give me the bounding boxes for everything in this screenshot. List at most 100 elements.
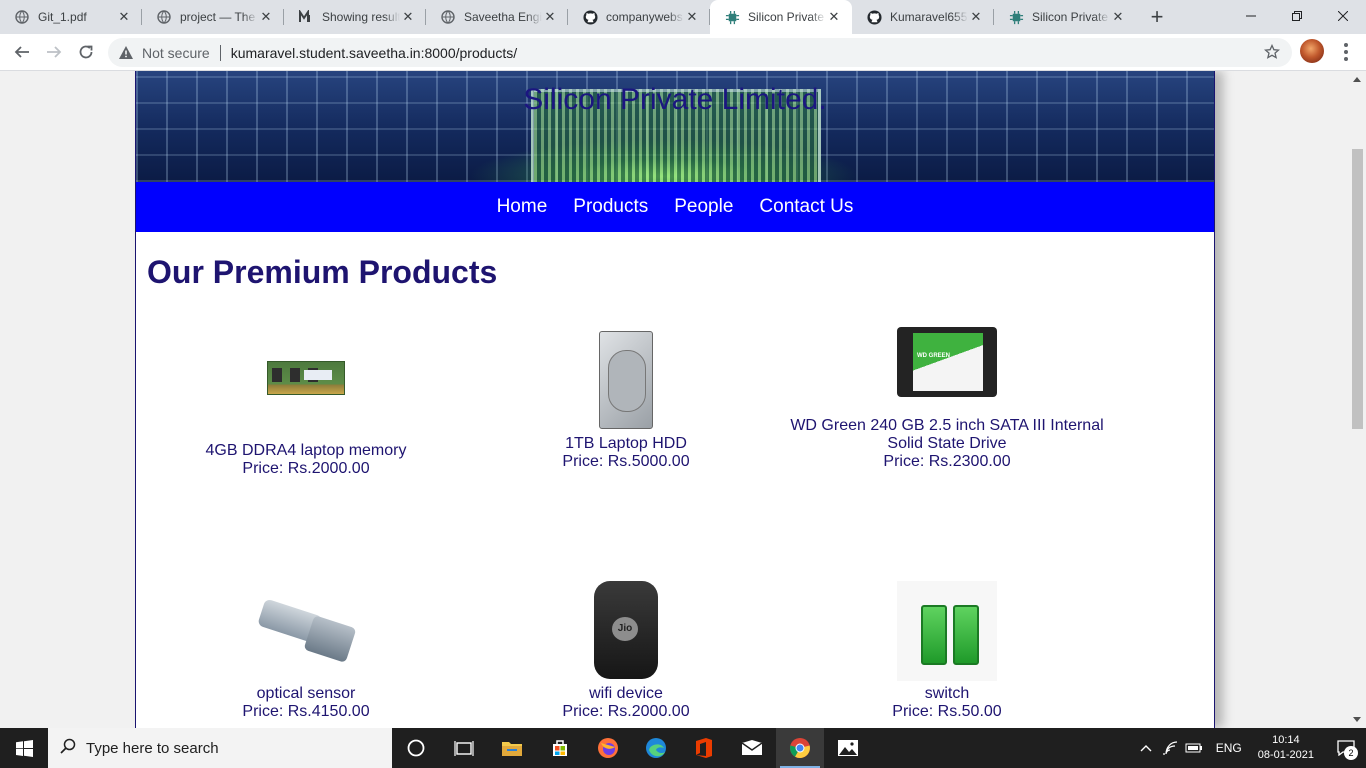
system-tray: ENG 10:14 08-01-2021 2 — [1134, 728, 1366, 768]
edge-icon[interactable] — [632, 728, 680, 768]
browser-tab[interactable]: Saveetha Engi ✕ — [426, 0, 568, 34]
scroll-up-icon[interactable] — [1353, 77, 1361, 82]
close-window-icon[interactable] — [1320, 0, 1366, 32]
globe-icon — [440, 9, 456, 25]
tab-title: Silicon Private — [1032, 10, 1109, 24]
github-icon — [866, 9, 882, 25]
laptop-hdd-image[interactable] — [599, 331, 653, 429]
close-tab-icon[interactable]: ✕ — [116, 9, 132, 25]
chip-icon — [724, 9, 740, 25]
url-text[interactable]: kumaravel.student.saveetha.in:8000/produ… — [231, 45, 517, 61]
security-label[interactable]: Not secure — [142, 45, 210, 61]
product-price: Price: Rs.2000.00 — [242, 460, 370, 477]
cortana-icon[interactable] — [392, 728, 440, 768]
minimize-icon[interactable] — [1228, 0, 1274, 32]
profile-avatar[interactable] — [1300, 39, 1324, 63]
site-container: Silicon Private Limited. Home Products P… — [135, 71, 1215, 728]
back-arrow-icon[interactable] — [6, 36, 38, 68]
product-card[interactable]: optical sensor Price: Rs.4150.00 — [136, 595, 476, 721]
chevron-up-icon[interactable] — [1134, 728, 1158, 768]
menu-kebab-icon[interactable] — [1336, 42, 1356, 62]
close-tab-icon[interactable]: ✕ — [542, 9, 558, 25]
product-card[interactable]: wifi device Price: Rs.2000.00 — [456, 581, 796, 721]
browser-tab[interactable]: companywebs ✕ — [568, 0, 710, 34]
battery-icon[interactable] — [1182, 728, 1206, 768]
browser-toolbar: Not secure kumaravel.student.saveetha.in… — [0, 34, 1366, 71]
office-icon[interactable] — [680, 728, 728, 768]
notification-count-badge: 2 — [1344, 746, 1358, 760]
chrome-icon[interactable] — [776, 728, 824, 768]
browser-tab[interactable]: Silicon Private ✕ — [994, 0, 1136, 34]
ram-module-image[interactable] — [267, 361, 345, 395]
task-view-icon[interactable] — [440, 728, 488, 768]
switch-image[interactable] — [897, 581, 997, 681]
ssd-brand-text: WD GREEN — [917, 353, 950, 359]
ssd-image[interactable]: WD GREEN — [897, 327, 997, 397]
optical-sensor-image[interactable] — [256, 595, 356, 665]
window-controls — [1228, 0, 1366, 32]
taskbar-search-box[interactable]: Type here to search — [48, 728, 392, 768]
browser-tab[interactable]: Git_1.pdf ✕ — [0, 0, 142, 34]
new-tab-button[interactable]: + — [1140, 0, 1174, 34]
tab-title: companywebs — [606, 10, 683, 24]
tab-title: Showing results — [322, 10, 400, 24]
product-name: 1TB Laptop HDD — [565, 435, 687, 452]
product-card[interactable]: 1TB Laptop HDD Price: Rs.5000.00 — [456, 331, 796, 471]
product-price: Price: Rs.4150.00 — [242, 703, 370, 720]
warning-icon[interactable] — [118, 45, 134, 61]
address-bar[interactable]: Not secure kumaravel.student.saveetha.in… — [108, 38, 1292, 67]
language-indicator[interactable]: ENG — [1216, 741, 1242, 755]
clock[interactable]: 10:14 08-01-2021 — [1258, 733, 1314, 763]
nav-contact-us[interactable]: Contact Us — [759, 196, 853, 218]
nav-home[interactable]: Home — [497, 196, 548, 218]
mu-logo-icon — [298, 9, 314, 25]
github-icon — [582, 9, 598, 25]
mail-icon[interactable] — [728, 728, 776, 768]
browser-tab[interactable]: Kumaravel655 ✕ — [852, 0, 994, 34]
product-name: 4GB DDRA4 laptop memory — [205, 442, 407, 459]
browser-tab[interactable]: Showing results ✕ — [284, 0, 426, 34]
forward-arrow-icon[interactable] — [38, 36, 70, 68]
windows-taskbar: Type here to search ENG 10:14 08-01-2021… — [0, 728, 1366, 768]
site-title: Silicon Private Limited. — [523, 83, 827, 116]
close-tab-icon[interactable]: ✕ — [258, 9, 274, 25]
search-placeholder: Type here to search — [86, 739, 219, 757]
close-tab-icon[interactable]: ✕ — [1110, 9, 1126, 25]
chip-icon — [1008, 9, 1024, 25]
nav-people[interactable]: People — [674, 196, 733, 218]
bookmark-star-icon[interactable] — [1263, 43, 1281, 63]
wifi-icon[interactable] — [1158, 728, 1182, 768]
page-scrollbar[interactable] — [1349, 71, 1366, 728]
wifi-device-image[interactable] — [594, 581, 658, 679]
product-price: Price: Rs.2300.00 — [883, 453, 1011, 470]
windows-start-icon[interactable] — [0, 728, 48, 768]
product-price: Price: Rs.2000.00 — [562, 703, 690, 720]
page-heading: Our Premium Products — [147, 254, 498, 290]
close-tab-icon[interactable]: ✕ — [400, 9, 416, 25]
divider — [219, 44, 221, 61]
firefox-icon[interactable] — [584, 728, 632, 768]
microsoft-store-icon[interactable] — [536, 728, 584, 768]
product-name: optical sensor — [256, 685, 356, 702]
product-card[interactable]: switch Price: Rs.50.00 — [777, 581, 1117, 721]
close-tab-icon[interactable]: ✕ — [684, 9, 700, 25]
browser-tab[interactable]: project — The ✕ — [142, 0, 284, 34]
nav-products[interactable]: Products — [573, 196, 648, 218]
scrollbar-thumb[interactable] — [1352, 149, 1363, 429]
reload-icon[interactable] — [70, 36, 102, 68]
product-card[interactable]: 4GB DDRA4 laptop memory Price: Rs.2000.0… — [136, 361, 476, 478]
tab-title: project — The — [180, 10, 256, 24]
product-name: switch — [924, 685, 970, 702]
close-tab-icon[interactable]: ✕ — [968, 9, 984, 25]
close-tab-icon[interactable]: ✕ — [826, 9, 842, 25]
browser-tab-active[interactable]: Silicon Private ✕ — [710, 0, 852, 34]
file-explorer-icon[interactable] — [488, 728, 536, 768]
product-card[interactable]: WD GREEN WD Green 240 GB 2.5 inch SATA I… — [777, 327, 1117, 471]
notification-center-icon[interactable]: 2 — [1326, 728, 1366, 768]
restore-icon[interactable] — [1274, 0, 1320, 32]
clock-date: 08-01-2021 — [1257, 749, 1314, 761]
tab-title: Saveetha Engi — [464, 10, 542, 24]
globe-icon — [14, 9, 30, 25]
scroll-down-icon[interactable] — [1353, 717, 1361, 722]
photos-icon[interactable] — [824, 728, 872, 768]
